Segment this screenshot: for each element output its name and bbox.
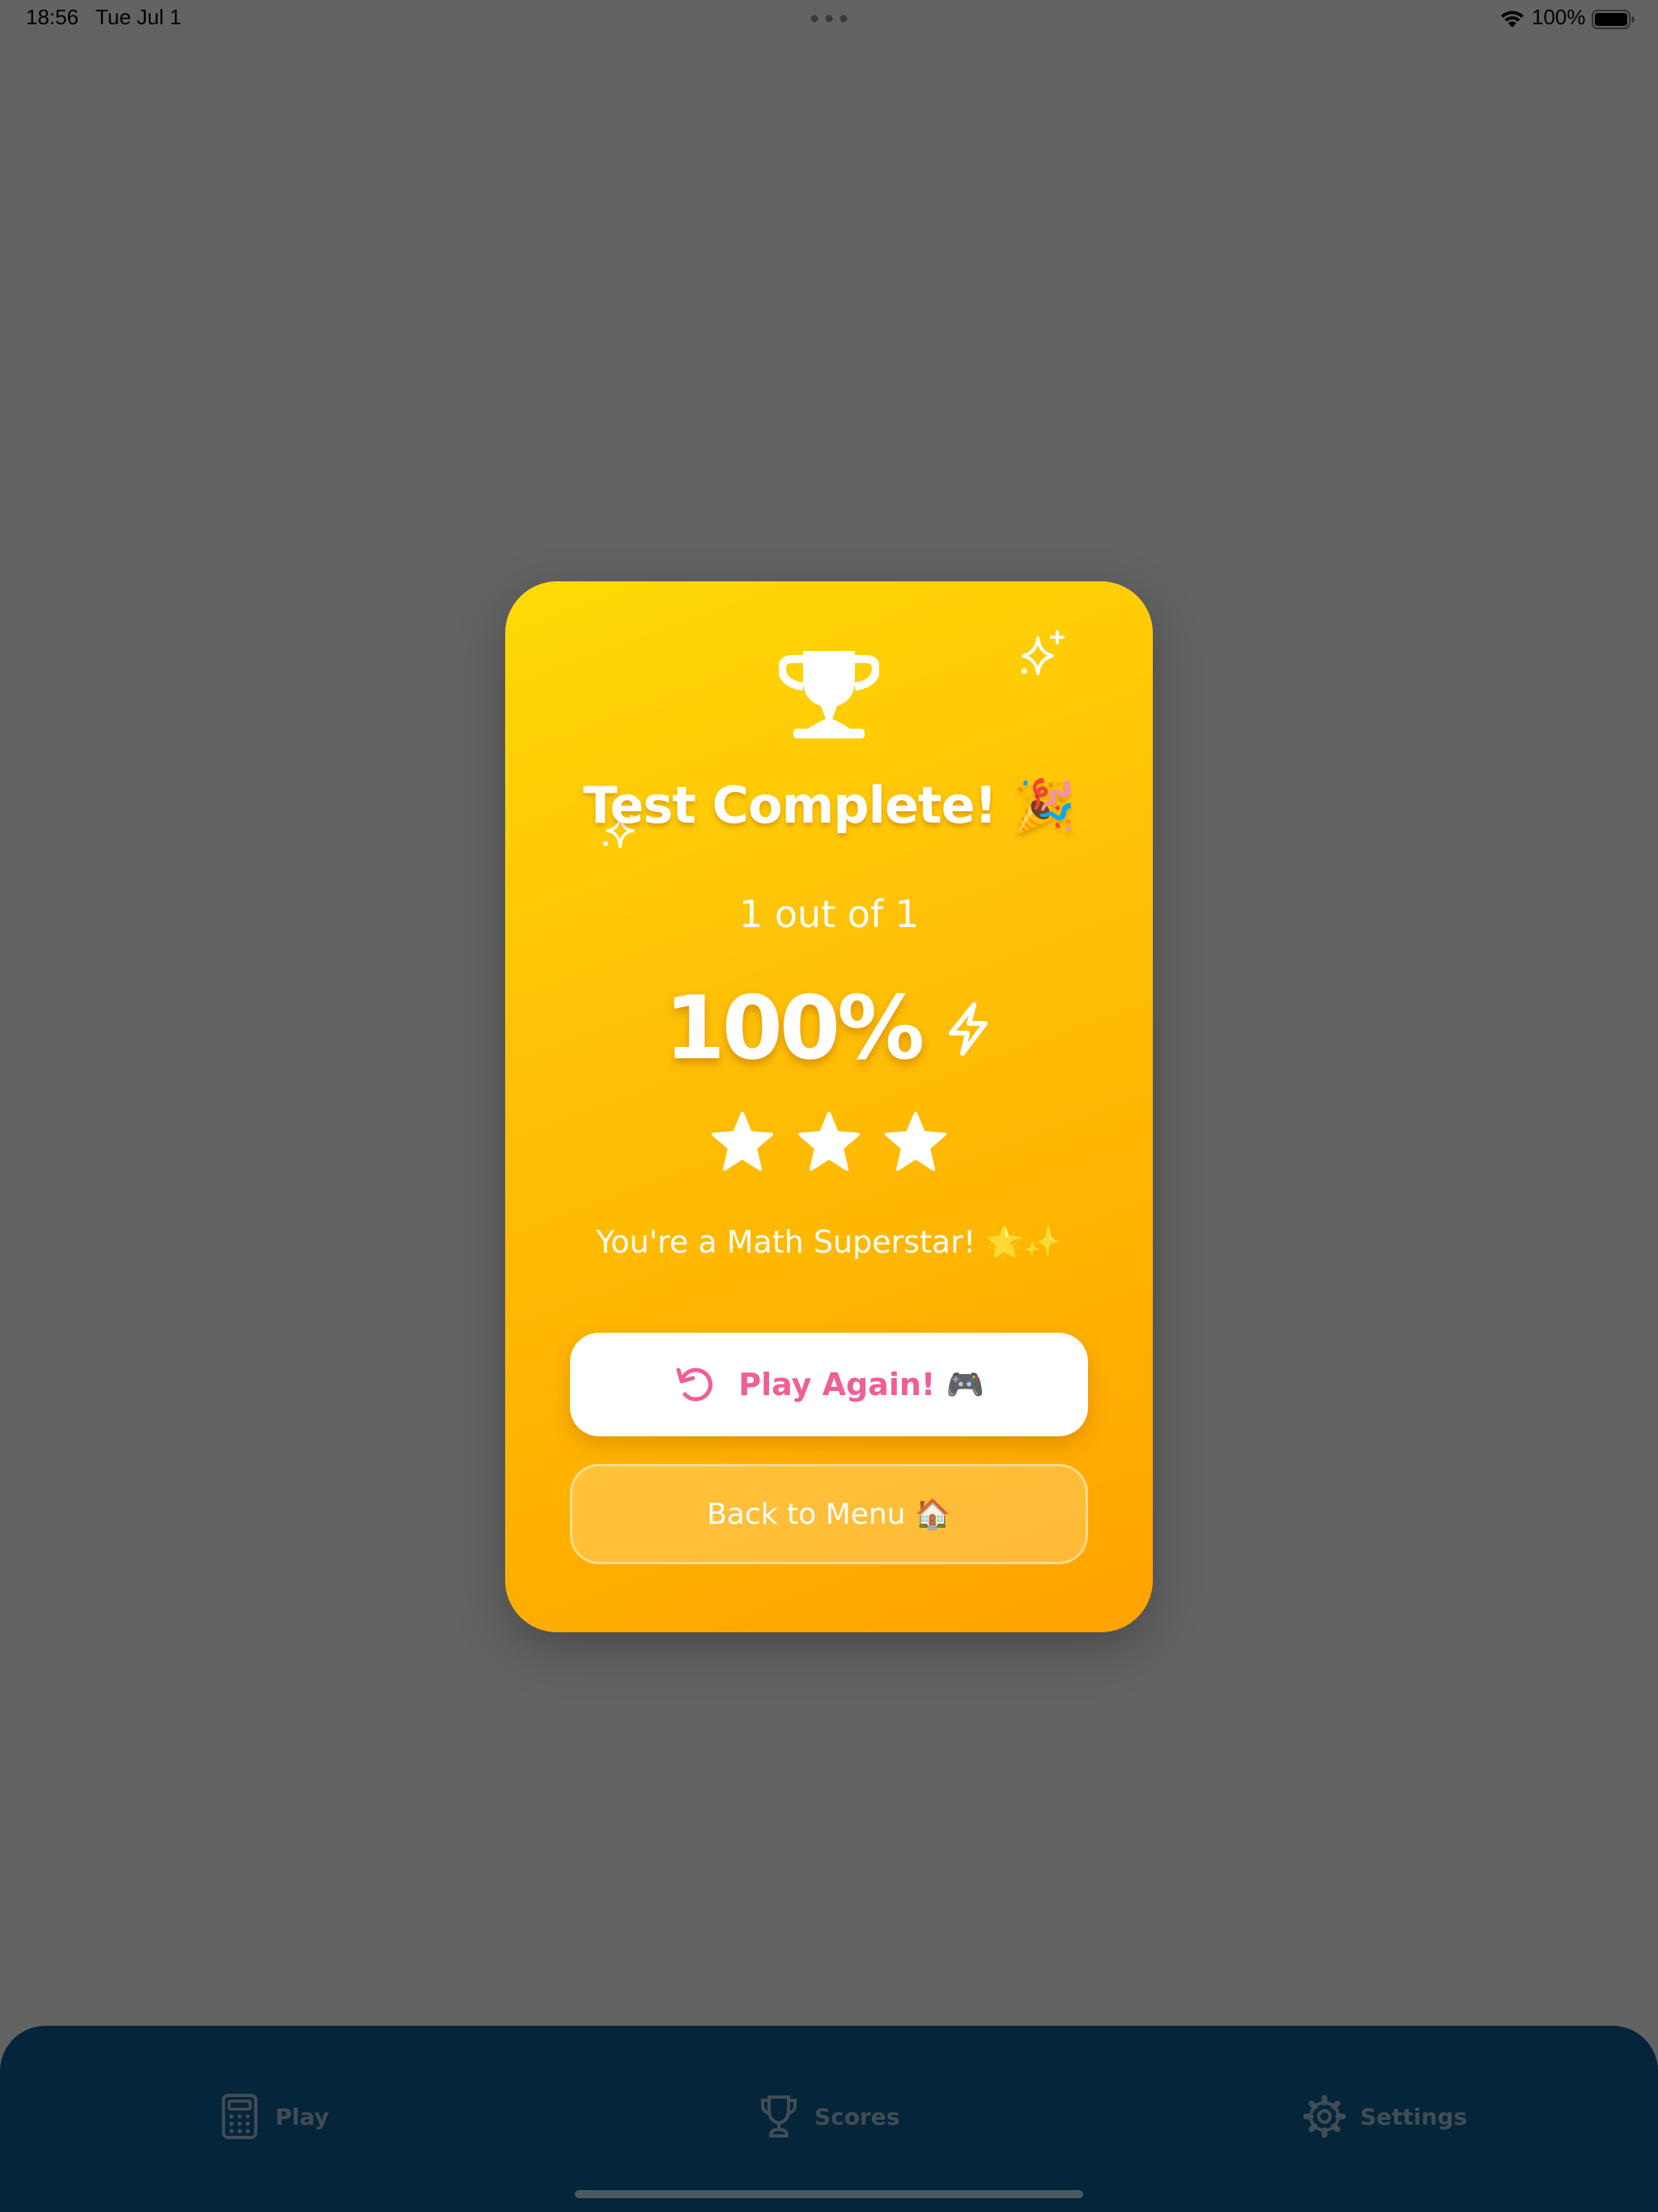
result-message: You're a Math Superstar! 🌟✨ xyxy=(596,1224,1062,1260)
tab-scores[interactable]: Scores xyxy=(758,2091,899,2142)
back-to-menu-button[interactable]: Back to Menu 🏠 xyxy=(570,1464,1088,1564)
lightning-bolt-icon xyxy=(949,1002,988,1056)
star-icon xyxy=(885,1112,947,1171)
calculator-icon xyxy=(222,2094,257,2139)
replay-icon xyxy=(676,1368,713,1402)
tab-bar: Play Scores Settings xyxy=(0,2026,1658,2212)
back-to-menu-label: Back to Menu 🏠 xyxy=(707,1498,951,1531)
status-date: Tue Jul 1 xyxy=(96,5,181,29)
tab-scores-label: Scores xyxy=(814,2103,900,2130)
star-rating xyxy=(505,1109,1153,1174)
status-bar: 18:56 Tue Jul 1 100% xyxy=(0,0,1658,39)
sparkle-icon xyxy=(1021,630,1065,675)
tab-play[interactable]: Play xyxy=(219,2091,329,2142)
star-icon xyxy=(711,1112,773,1171)
result-card: Test Complete! 🎉 1 out of 1 100% You're … xyxy=(505,581,1153,1632)
tab-play-label: Play xyxy=(275,2103,329,2130)
trophy-icon xyxy=(779,651,879,738)
percentage-value: 100% xyxy=(664,978,925,1079)
wifi-icon xyxy=(1501,11,1524,28)
app-screen: 18:56 Tue Jul 1 100% Test Complete! 🎉 1 … xyxy=(0,0,1658,2212)
more-dots-icon[interactable] xyxy=(810,15,848,23)
home-indicator[interactable] xyxy=(575,2190,1083,2198)
star-icon xyxy=(798,1112,860,1171)
battery-percent: 100% xyxy=(1532,5,1586,29)
battery-icon xyxy=(1592,10,1635,29)
percentage-row: 100% xyxy=(505,976,1153,1082)
tab-settings[interactable]: Settings xyxy=(1303,2091,1467,2142)
result-title: Test Complete! 🎉 xyxy=(583,776,1075,835)
play-again-label: Play Again! 🎮 xyxy=(738,1366,984,1402)
tab-settings-label: Settings xyxy=(1360,2103,1468,2130)
score-text: 1 out of 1 xyxy=(738,892,920,936)
play-again-button[interactable]: Play Again! 🎮 xyxy=(570,1333,1088,1436)
status-time: 18:56 xyxy=(26,5,79,29)
gear-icon xyxy=(1303,2095,1346,2138)
trophy-icon xyxy=(761,2095,797,2138)
